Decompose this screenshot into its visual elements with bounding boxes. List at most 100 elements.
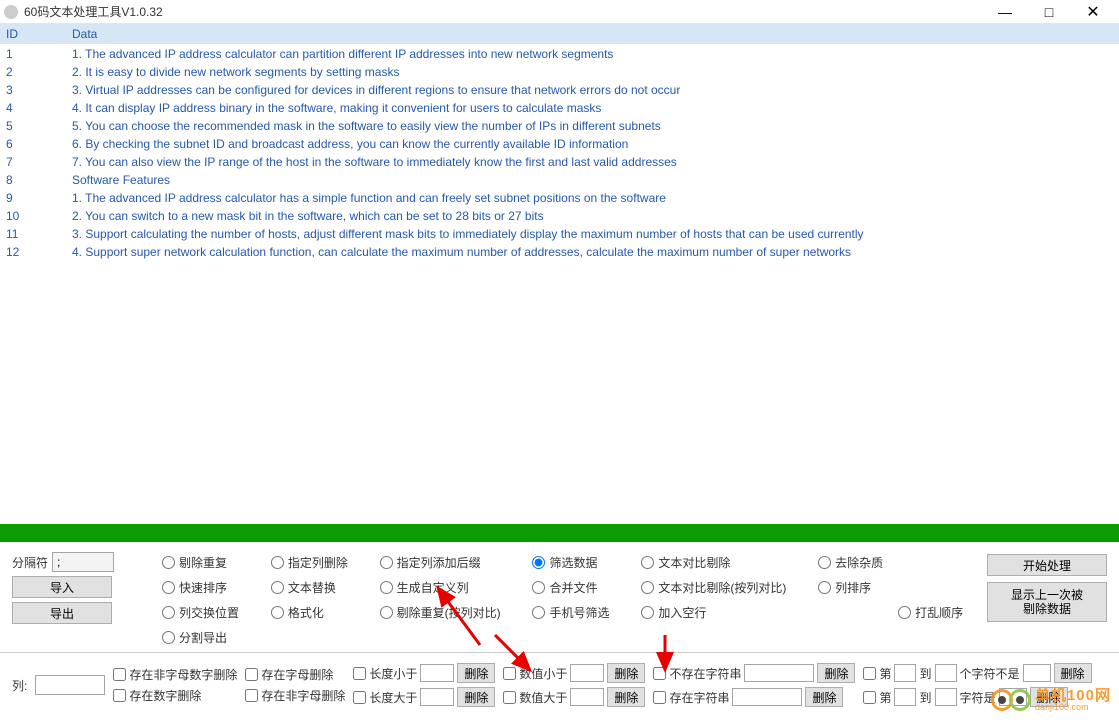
- len-lt-delete[interactable]: 删除: [457, 663, 495, 683]
- import-button[interactable]: 导入: [12, 576, 112, 598]
- table-row[interactable]: 22. It is easy to divide new network seg…: [0, 63, 1119, 81]
- chk-len-lt[interactable]: [353, 667, 366, 680]
- chk-len-gt[interactable]: [353, 691, 366, 704]
- radio-r5[interactable]: 去除杂质: [818, 554, 977, 571]
- chk-not-contains[interactable]: [653, 667, 666, 680]
- not-contains-delete[interactable]: 删除: [817, 663, 855, 683]
- radio-input-r5[interactable]: [818, 556, 831, 569]
- val-gt-delete[interactable]: 删除: [607, 687, 645, 707]
- chk-nth1[interactable]: [863, 667, 876, 680]
- radio-r7[interactable]: 文本替换: [271, 579, 362, 596]
- val-lt-input[interactable]: [570, 664, 604, 682]
- table-row[interactable]: 91. The advanced IP address calculator h…: [0, 189, 1119, 207]
- radio-input-r12[interactable]: [162, 606, 175, 619]
- table-row[interactable]: 11. The advanced IP address calculator c…: [0, 45, 1119, 64]
- table-row[interactable]: 8Software Features: [0, 171, 1119, 189]
- nth1-delete[interactable]: 删除: [1054, 663, 1092, 683]
- radio-r0[interactable]: 剔除重复: [162, 554, 253, 571]
- radio-r4[interactable]: 文本对比剔除: [641, 554, 800, 571]
- radio-input-r7[interactable]: [271, 581, 284, 594]
- maximize-button[interactable]: □: [1027, 0, 1071, 24]
- table-row[interactable]: 66. By checking the subnet ID and broadc…: [0, 135, 1119, 153]
- chk-contains[interactable]: [653, 691, 666, 704]
- radio-input-r3[interactable]: [532, 556, 545, 569]
- table-row[interactable]: 124. Support super network calculation f…: [0, 243, 1119, 261]
- close-button[interactable]: ✕: [1071, 0, 1115, 24]
- radio-r8[interactable]: 生成自定义列: [380, 579, 515, 596]
- radio-r16[interactable]: 加入空行: [641, 604, 800, 621]
- export-button[interactable]: 导出: [12, 602, 112, 624]
- radio-r11[interactable]: 列排序: [818, 579, 977, 596]
- col-header-data[interactable]: Data: [66, 24, 1119, 45]
- left-controls: 分隔符 导入 导出: [12, 552, 132, 646]
- radio-input-r18[interactable]: [898, 606, 911, 619]
- radio-input-r6[interactable]: [162, 581, 175, 594]
- table-row[interactable]: 44. It can display IP address binary in …: [0, 99, 1119, 117]
- table-row[interactable]: 113. Support calculating the number of h…: [0, 225, 1119, 243]
- radio-input-r15[interactable]: [532, 606, 545, 619]
- nth1-char[interactable]: [1023, 664, 1051, 682]
- radio-r14[interactable]: 剔除重复(按列对比): [380, 604, 515, 621]
- len-gt-delete[interactable]: 删除: [457, 687, 495, 707]
- radio-r18[interactable]: 打乱顺序: [898, 604, 977, 621]
- contains-input[interactable]: [732, 688, 802, 706]
- radio-input-r13[interactable]: [271, 606, 284, 619]
- chk-has-digit[interactable]: [113, 689, 126, 702]
- radio-r1[interactable]: 指定列删除: [271, 554, 362, 571]
- chk-val-lt[interactable]: [503, 667, 516, 680]
- table-row[interactable]: 77. You can also view the IP range of th…: [0, 153, 1119, 171]
- table-row[interactable]: 55. You can choose the recommended mask …: [0, 117, 1119, 135]
- chk-nth2[interactable]: [863, 691, 876, 704]
- radio-r13[interactable]: 格式化: [271, 604, 362, 621]
- cell-id: 12: [0, 243, 66, 261]
- cell-id: 6: [0, 135, 66, 153]
- radio-input-r10[interactable]: [641, 581, 654, 594]
- radio-input-r16[interactable]: [641, 606, 654, 619]
- radio-r3[interactable]: 筛选数据: [532, 554, 623, 571]
- not-contains-input[interactable]: [744, 664, 814, 682]
- radio-r12[interactable]: 列交换位置: [162, 604, 253, 621]
- radio-r9[interactable]: 合并文件: [532, 579, 623, 596]
- radio-input-r1[interactable]: [271, 556, 284, 569]
- delimiter-input[interactable]: [52, 552, 114, 572]
- radio-input-r2[interactable]: [380, 556, 393, 569]
- radio-r2[interactable]: 指定列添加后缀: [380, 554, 515, 571]
- radio-r17[interactable]: 分割导出: [162, 629, 253, 646]
- radio-input-r0[interactable]: [162, 556, 175, 569]
- radio-input-r17[interactable]: [162, 631, 175, 644]
- chk-non-letter[interactable]: [245, 689, 258, 702]
- radio-input-r14[interactable]: [380, 606, 393, 619]
- radio-input-r4[interactable]: [641, 556, 654, 569]
- contains-delete[interactable]: 删除: [805, 687, 843, 707]
- filter-panel: 列: 存在非字母数字删除 存在数字删除 存在字母删除 存在非字母删除 长度小于删…: [0, 652, 1119, 717]
- val-gt-input[interactable]: [570, 688, 604, 706]
- radio-r6[interactable]: 快速排序: [162, 579, 253, 596]
- radio-r10[interactable]: 文本对比剔除(按列对比): [641, 579, 800, 596]
- nth2-to[interactable]: [935, 688, 957, 706]
- col-header-id[interactable]: ID: [0, 24, 66, 45]
- table-row[interactable]: 33. Virtual IP addresses can be configur…: [0, 81, 1119, 99]
- radio-r15[interactable]: 手机号筛选: [532, 604, 623, 621]
- val-lt-delete[interactable]: 删除: [607, 663, 645, 683]
- len-lt-input[interactable]: [420, 664, 454, 682]
- chk-val-gt[interactable]: [503, 691, 516, 704]
- chk-non-alnum[interactable]: [113, 668, 126, 681]
- radio-input-r8[interactable]: [380, 581, 393, 594]
- cell-data: 5. You can choose the recommended mask i…: [66, 117, 1119, 135]
- len-gt-input[interactable]: [420, 688, 454, 706]
- cell-data: 1. The advanced IP address calculator ha…: [66, 189, 1119, 207]
- nth2-from[interactable]: [894, 688, 916, 706]
- column-input[interactable]: [35, 675, 105, 695]
- radio-input-r11[interactable]: [818, 581, 831, 594]
- minimize-button[interactable]: —: [983, 0, 1027, 24]
- nth1-from[interactable]: [894, 664, 916, 682]
- table-row[interactable]: 102. You can switch to a new mask bit in…: [0, 207, 1119, 225]
- radio-input-r9[interactable]: [532, 581, 545, 594]
- nth1-to[interactable]: [935, 664, 957, 682]
- cell-data: 6. By checking the subnet ID and broadca…: [66, 135, 1119, 153]
- chk-has-letter[interactable]: [245, 668, 258, 681]
- start-button[interactable]: 开始处理: [987, 554, 1107, 576]
- delimiter-label: 分隔符: [12, 554, 48, 571]
- cell-id: 1: [0, 45, 66, 64]
- show-last-deleted-button[interactable]: 显示上一次被 剔除数据: [987, 582, 1107, 622]
